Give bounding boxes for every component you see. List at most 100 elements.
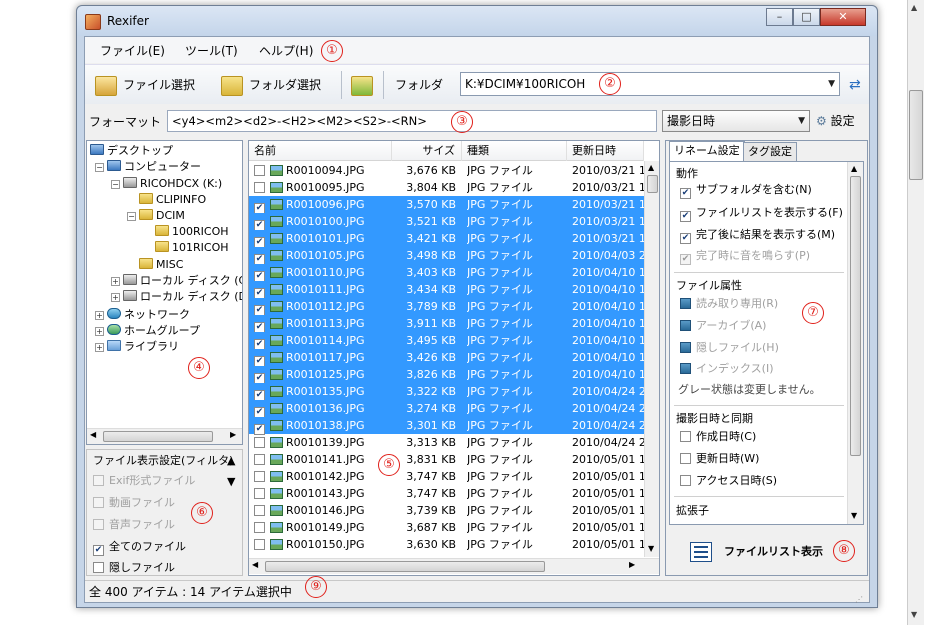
menu-file[interactable]: ファイル(E) xyxy=(100,42,165,59)
collapse-icon[interactable]: − xyxy=(111,180,120,189)
option-play-sound[interactable]: ✔ 完了時に音を鳴らす(P) xyxy=(680,246,810,266)
scroll-right-arrow-icon[interactable]: ▶ xyxy=(230,430,236,439)
file-row[interactable]: ✔ R0010111.JPG 3,434 KB JPG ファイル 2010/04/10 … xyxy=(249,281,644,299)
file-row[interactable]: ✔ R0010136.JPG 3,274 KB JPG ファイル 2010/04/24 … xyxy=(249,400,644,418)
menu-tools[interactable]: ツール(T) xyxy=(185,42,238,59)
outer-scroll-thumb[interactable] xyxy=(909,90,923,180)
file-row[interactable]: R0010150.JPG 3,630 KB JPG ファイル 2010/05/01 1 xyxy=(249,536,644,553)
file-row[interactable]: ✔ R0010096.JPG 3,570 KB JPG ファイル 2010/03/21 … xyxy=(249,196,644,214)
chevron-down-icon[interactable]: ▼ xyxy=(828,73,835,95)
tree-item-ricohdcx[interactable]: − RICOHDCX (K:) xyxy=(111,176,222,192)
menu-help[interactable]: ヘルプ(H) xyxy=(259,42,313,59)
collapse-up-icon[interactable]: ▲ xyxy=(227,454,235,467)
expand-icon[interactable]: + xyxy=(111,293,120,302)
option-include-subfolders[interactable]: ✔ サブフォルダを含む(N) xyxy=(680,180,812,200)
tab-rename-settings[interactable]: リネーム設定 xyxy=(669,141,745,162)
file-row[interactable]: ✔ R0010138.JPG 3,301 KB JPG ファイル 2010/04/24 … xyxy=(249,417,644,435)
file-row[interactable]: R0010142.JPG 3,747 KB JPG ファイル 2010/05/01 1 xyxy=(249,468,644,485)
file-list-scroll-thumb[interactable] xyxy=(647,175,658,193)
filter-exif[interactable]: Exif形式ファイル xyxy=(93,472,195,490)
tree-item-local-c[interactable]: + ローカル ディスク (C xyxy=(111,273,242,289)
indeterminate-checkbox[interactable] xyxy=(680,298,691,309)
file-row[interactable]: R0010143.JPG 3,747 KB JPG ファイル 2010/05/01 1 xyxy=(249,485,644,502)
refresh-icon[interactable]: ⇄ xyxy=(849,71,861,99)
checkbox[interactable] xyxy=(254,505,265,516)
checkbox-checked[interactable]: ✔ xyxy=(680,188,691,199)
file-row[interactable]: R0010139.JPG 3,313 KB JPG ファイル 2010/04/24 2… xyxy=(249,434,644,451)
file-list-hscroll-thumb[interactable] xyxy=(265,561,545,572)
maximize-button[interactable]: □ xyxy=(793,8,820,26)
option-show-file-list[interactable]: ✔ ファイルリストを表示する(F) xyxy=(680,203,843,223)
file-list[interactable]: 名前 サイズ 種類 更新日時 R0010094.JPG 3,676 KB JPG フ… xyxy=(248,140,660,576)
file-row[interactable]: ✔ R0010113.JPG 3,911 KB JPG ファイル 2010/04/10 … xyxy=(249,315,644,333)
checkbox[interactable] xyxy=(254,471,265,482)
tree-item-desktop[interactable]: デスクトップ xyxy=(90,143,173,159)
filter-video[interactable]: 動画ファイル xyxy=(93,494,175,512)
file-row[interactable]: R0010146.JPG 3,739 KB JPG ファイル 2010/05/01 1 xyxy=(249,502,644,519)
attr-index[interactable]: インデックス(I) xyxy=(680,359,774,379)
filter-all[interactable]: ✔ 全てのファイル xyxy=(93,538,186,556)
resize-grip-icon[interactable]: ⋰ xyxy=(855,589,863,611)
settings-vertical-scrollbar[interactable]: ▲ ▼ xyxy=(847,162,863,524)
checkbox[interactable] xyxy=(680,475,691,486)
checkbox[interactable] xyxy=(254,488,265,499)
expand-icon[interactable]: + xyxy=(111,277,120,286)
checkbox[interactable] xyxy=(254,539,265,550)
expand-icon[interactable]: + xyxy=(95,327,104,336)
expand-icon[interactable]: + xyxy=(95,311,104,320)
scroll-up-arrow-icon[interactable]: ▲ xyxy=(648,163,654,172)
scroll-down-arrow-icon[interactable]: ▼ xyxy=(851,511,857,520)
file-row[interactable]: ✔ R0010114.JPG 3,495 KB JPG ファイル 2010/04/10 … xyxy=(249,332,644,350)
chevron-down-icon[interactable]: ▼ xyxy=(798,111,805,131)
checkbox[interactable] xyxy=(254,182,265,193)
sync-created[interactable]: 作成日時(C) xyxy=(680,427,756,447)
collapse-icon[interactable]: − xyxy=(95,163,104,172)
sync-modified[interactable]: 更新日時(W) xyxy=(680,449,759,469)
checkbox[interactable] xyxy=(680,431,691,442)
tab-tag-settings[interactable]: タグ設定 xyxy=(743,142,797,161)
expand-down-icon[interactable]: ▼ xyxy=(227,475,235,488)
expand-icon[interactable]: + xyxy=(95,343,104,352)
checkbox[interactable] xyxy=(93,497,104,508)
file-row[interactable]: R0010095.JPG 3,804 KB JPG ファイル 2010/03/21 1… xyxy=(249,179,644,196)
filter-hidden[interactable]: 隠しファイル xyxy=(93,559,175,577)
tree-item-local-d[interactable]: + ローカル ディスク (D xyxy=(111,289,242,305)
settings-scroll-thumb[interactable] xyxy=(850,176,861,456)
tree-item-clipinfo[interactable]: CLIPINFO xyxy=(139,192,206,208)
attr-readonly[interactable]: 読み取り専用(R) xyxy=(680,294,778,314)
file-row[interactable]: ✔ R0010101.JPG 3,421 KB JPG ファイル 2010/03/21 … xyxy=(249,230,644,248)
file-row[interactable]: R0010094.JPG 3,676 KB JPG ファイル 2010/03/21 1… xyxy=(249,162,644,179)
checkbox[interactable] xyxy=(93,562,104,573)
folder-path-combo[interactable]: K:¥DCIM¥100RICOH ▼ xyxy=(460,72,840,96)
checkbox[interactable] xyxy=(254,165,265,176)
indeterminate-checkbox[interactable] xyxy=(680,320,691,331)
tree-horizontal-scrollbar[interactable]: ◀ ▶ xyxy=(87,428,242,444)
checkbox-checked[interactable]: ✔ xyxy=(93,545,104,556)
tree-item-library[interactable]: + ライブラリ xyxy=(95,339,179,355)
tree-item-100ricoh[interactable]: 100RICOH xyxy=(155,224,229,240)
file-row[interactable]: ✔ R0010112.JPG 3,789 KB JPG ファイル 2010/04/10 … xyxy=(249,298,644,316)
scroll-down-arrow-icon[interactable]: ▼ xyxy=(911,610,917,619)
option-show-result[interactable]: ✔ 完了後に結果を表示する(M) xyxy=(680,225,835,245)
date-source-select[interactable]: 撮影日時 ▼ xyxy=(662,110,810,132)
file-row[interactable]: ✔ R0010135.JPG 3,322 KB JPG ファイル 2010/04/24 … xyxy=(249,383,644,401)
tree-item-dcim[interactable]: − DCIM xyxy=(127,208,185,224)
column-date[interactable]: 更新日時 xyxy=(567,141,644,161)
tree-item-misc[interactable]: MISC xyxy=(139,257,183,273)
file-select-button[interactable]: ファイル選択 xyxy=(95,71,195,99)
folder-select-button[interactable]: フォルダ選択 xyxy=(221,71,321,99)
file-row[interactable]: ✔ R0010100.JPG 3,521 KB JPG ファイル 2010/03/21 … xyxy=(249,213,644,231)
collapse-icon[interactable]: − xyxy=(127,212,136,221)
scroll-up-arrow-icon[interactable]: ▲ xyxy=(911,3,917,12)
scroll-left-arrow-icon[interactable]: ◀ xyxy=(252,560,258,569)
tree-item-101ricoh[interactable]: 101RICOH xyxy=(155,240,229,256)
checkbox[interactable] xyxy=(93,519,104,530)
column-size[interactable]: サイズ xyxy=(392,141,462,161)
checkbox-checked[interactable]: ✔ xyxy=(680,254,691,265)
file-row[interactable]: R0010149.JPG 3,687 KB JPG ファイル 2010/05/01 1 xyxy=(249,519,644,536)
tree-scroll-thumb[interactable] xyxy=(103,431,213,442)
checkbox-checked[interactable]: ✔ xyxy=(680,211,691,222)
sync-accessed[interactable]: アクセス日時(S) xyxy=(680,471,777,491)
checkbox-checked[interactable]: ✔ xyxy=(680,233,691,244)
up-folder-button[interactable] xyxy=(351,71,379,99)
